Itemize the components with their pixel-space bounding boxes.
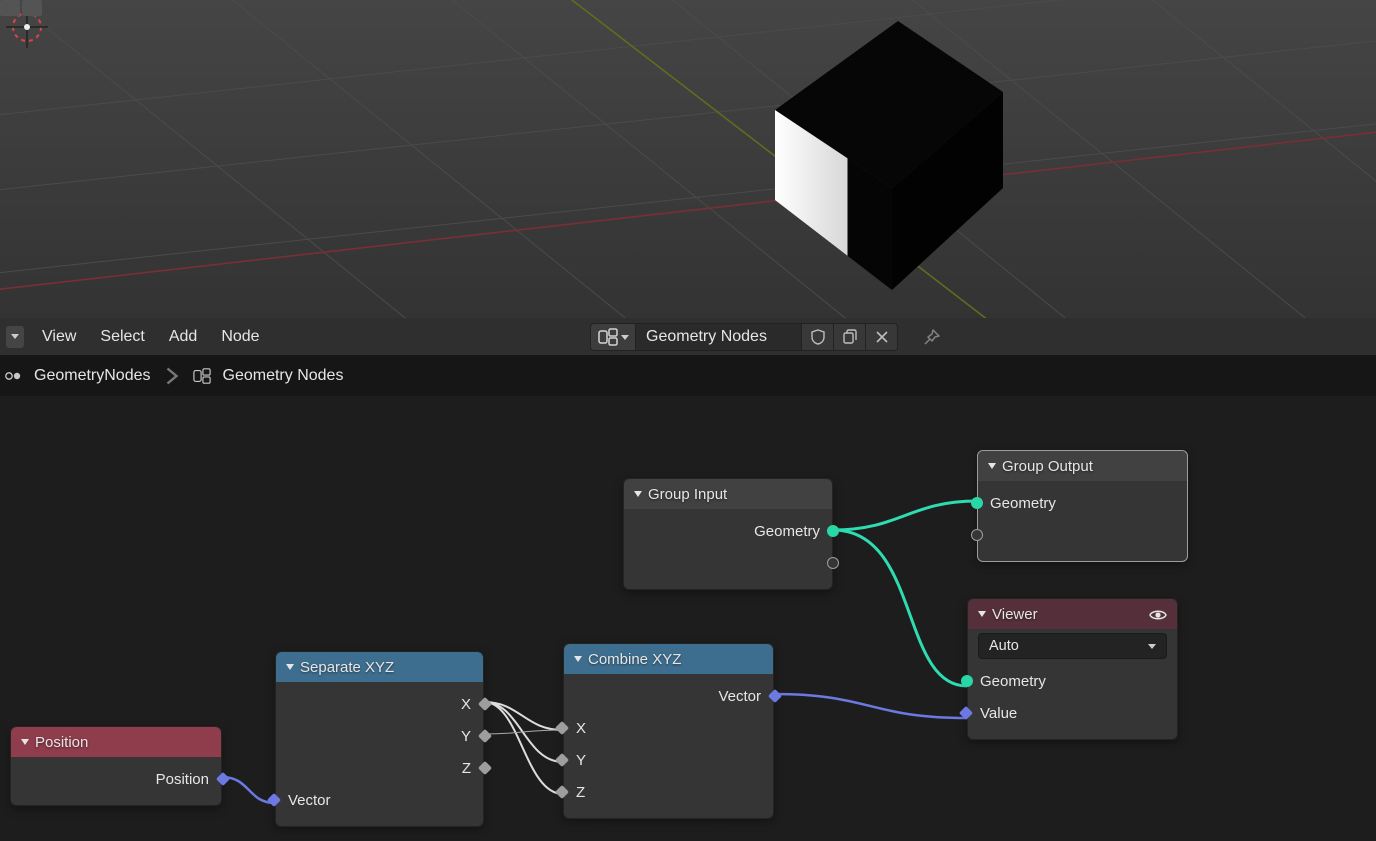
socket-in-z[interactable] xyxy=(555,785,569,799)
shield-icon xyxy=(810,329,826,345)
socket-label: Position xyxy=(156,771,209,788)
pin-icon xyxy=(923,328,941,346)
viewport-grid xyxy=(0,0,1376,318)
node-combine-xyz[interactable]: Combine XYZ Vector X Y Z xyxy=(563,643,774,819)
node-title: Viewer xyxy=(992,606,1038,623)
node-title: Group Input xyxy=(648,486,727,503)
socket-label: Z xyxy=(576,784,585,801)
socket-label: Vector xyxy=(288,792,331,809)
editor-type-dropdown[interactable] xyxy=(6,326,24,348)
nodetree-icon xyxy=(193,367,211,385)
menu-view[interactable]: View xyxy=(42,328,76,346)
breadcrumb: GeometryNodes Geometry Nodes xyxy=(0,356,1376,396)
node-viewer[interactable]: Viewer Auto Geometry Value xyxy=(967,598,1178,740)
node-editor-header: View Select Add Node Geometry Nodes xyxy=(0,318,1376,356)
socket-label: X xyxy=(461,696,471,713)
node-group-input[interactable]: Group Input Geometry xyxy=(623,478,833,590)
socket-out-x[interactable] xyxy=(478,697,492,711)
crumb-nodetree[interactable]: Geometry Nodes xyxy=(223,367,344,385)
nodetree-name-field[interactable]: Geometry Nodes xyxy=(636,323,802,351)
node-title: Group Output xyxy=(1002,458,1093,475)
node-separate-xyz[interactable]: Separate XYZ X Y Z Vector xyxy=(275,651,484,827)
node-editor-canvas[interactable]: Position Position Separate XYZ X Y Z Vec… xyxy=(0,396,1376,841)
tool-icon[interactable] xyxy=(0,0,20,16)
close-icon xyxy=(875,330,889,344)
socket-out-position[interactable] xyxy=(216,772,230,786)
node-title: Combine XYZ xyxy=(588,651,681,668)
socket-in-geometry[interactable] xyxy=(971,497,983,509)
node-position[interactable]: Position Position xyxy=(10,726,222,806)
viewer-domain-dropdown[interactable]: Auto xyxy=(978,633,1167,659)
eye-icon[interactable] xyxy=(1149,606,1167,624)
copy-icon xyxy=(842,329,858,345)
tool-icon[interactable] xyxy=(22,0,42,16)
socket-label: Y xyxy=(461,728,471,745)
socket-label: Value xyxy=(980,705,1017,722)
socket-label: Geometry xyxy=(980,673,1046,690)
crumb-modifier[interactable]: GeometryNodes xyxy=(34,367,151,385)
nodetree-icon xyxy=(598,328,618,346)
socket-label: Vector xyxy=(718,688,761,705)
socket-out-virtual[interactable] xyxy=(827,557,839,569)
node-title: Position xyxy=(35,734,88,751)
fake-user-button[interactable] xyxy=(802,323,834,351)
unlink-nodetree-button[interactable] xyxy=(866,323,898,351)
browse-nodetree-button[interactable] xyxy=(590,323,636,351)
socket-label: Geometry xyxy=(990,495,1056,512)
viewport-tool-settings xyxy=(0,0,42,18)
menu-node[interactable]: Node xyxy=(221,328,259,346)
socket-label: X xyxy=(576,720,586,737)
node-group-output[interactable]: Group Output Geometry xyxy=(977,450,1188,562)
socket-in-virtual[interactable] xyxy=(971,529,983,541)
menu-add[interactable]: Add xyxy=(169,328,197,346)
socket-in-geometry[interactable] xyxy=(961,675,973,687)
socket-label: Y xyxy=(576,752,586,769)
dropdown-value: Auto xyxy=(989,638,1019,654)
socket-in-x[interactable] xyxy=(555,721,569,735)
chevron-right-icon xyxy=(163,367,181,385)
socket-in-value[interactable] xyxy=(959,706,973,720)
socket-out-geometry[interactable] xyxy=(827,525,839,537)
socket-label: Geometry xyxy=(754,523,820,540)
modifier-icon xyxy=(4,367,22,385)
socket-out-vector[interactable] xyxy=(768,689,782,703)
menu-select[interactable]: Select xyxy=(100,328,144,346)
pin-button[interactable] xyxy=(918,323,946,351)
socket-in-y[interactable] xyxy=(555,753,569,767)
socket-out-z[interactable] xyxy=(478,761,492,775)
socket-label: Z xyxy=(462,760,471,777)
duplicate-nodetree-button[interactable] xyxy=(834,323,866,351)
socket-out-y[interactable] xyxy=(478,729,492,743)
viewport-3d[interactable] xyxy=(0,0,1376,318)
socket-in-vector[interactable] xyxy=(267,793,281,807)
node-title: Separate XYZ xyxy=(300,659,394,676)
